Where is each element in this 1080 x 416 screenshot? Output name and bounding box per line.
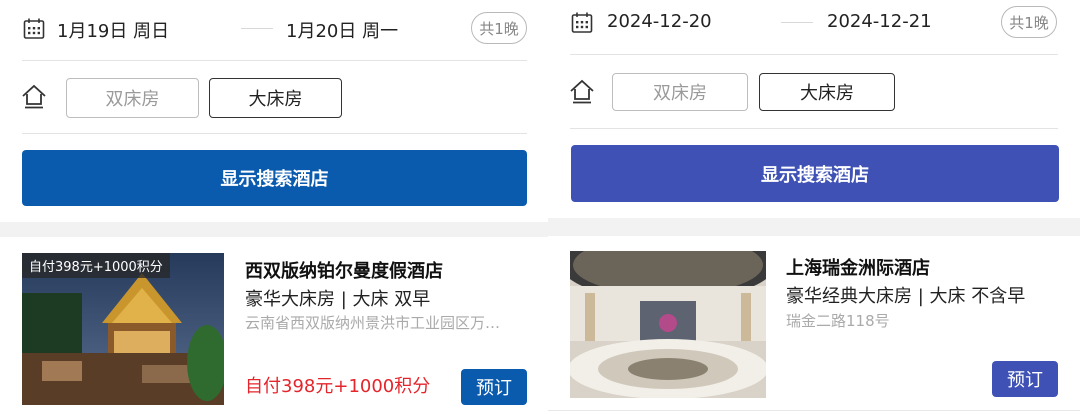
book-button[interactable]: 预订 (992, 361, 1058, 397)
hotel-photo-image (570, 251, 766, 398)
checkin-date[interactable]: 1月19日 周日 (57, 17, 169, 43)
nights-badge: 共1晚 (1001, 6, 1057, 38)
divider (22, 133, 527, 134)
hotel-address: 瑞金二路118号 (786, 312, 890, 330)
room-description: 豪华大床房 | 大床 双早 (245, 289, 431, 310)
nights-badge: 共1晚 (471, 12, 527, 44)
hotel-price: 自付398元+1000积分 (245, 376, 431, 397)
booking-panel-right: 2024-12-20 2024-12-21 共1晚 双床房 大床房 显示搜索酒店… (548, 0, 1080, 416)
date-separator (781, 22, 813, 23)
booking-panel-left: 1月19日 周日 1月20日 周一 共1晚 双床房 大床房 显示搜索酒店 自付3… (0, 0, 548, 416)
section-gap (0, 222, 548, 237)
calendar-icon[interactable] (22, 17, 46, 41)
search-hotels-button[interactable]: 显示搜索酒店 (571, 145, 1059, 202)
divider (22, 60, 527, 61)
hotel-name[interactable]: 上海瑞金洲际酒店 (786, 254, 930, 280)
divider (548, 410, 1080, 411)
date-separator (241, 28, 273, 29)
room-description: 豪华经典大床房 | 大床 不含早 (786, 286, 1026, 307)
room-type-twin-button[interactable]: 双床房 (66, 78, 199, 118)
hotel-address: 云南省西双版纳州景洪市工业园区万… (245, 314, 501, 332)
divider (570, 128, 1058, 129)
house-icon (22, 84, 46, 109)
search-hotels-button[interactable]: 显示搜索酒店 (22, 150, 527, 206)
price-tag: 自付398元+1000积分 (22, 253, 170, 278)
checkin-date[interactable]: 2024-12-20 (607, 11, 712, 32)
section-gap (548, 218, 1080, 236)
room-type-twin-button[interactable]: 双床房 (612, 73, 748, 111)
divider (570, 54, 1058, 55)
checkout-date[interactable]: 2024-12-21 (827, 11, 932, 32)
hotel-name[interactable]: 西双版纳铂尔曼度假酒店 (245, 257, 443, 283)
house-icon (570, 79, 594, 104)
calendar-icon[interactable] (570, 11, 594, 35)
hotel-photo[interactable]: 自付398元+1000积分 (22, 253, 224, 405)
room-type-king-button[interactable]: 大床房 (759, 73, 895, 111)
hotel-photo[interactable] (570, 251, 766, 398)
room-type-king-button[interactable]: 大床房 (209, 78, 342, 118)
checkout-date[interactable]: 1月20日 周一 (286, 17, 398, 43)
book-button[interactable]: 预订 (461, 369, 527, 405)
